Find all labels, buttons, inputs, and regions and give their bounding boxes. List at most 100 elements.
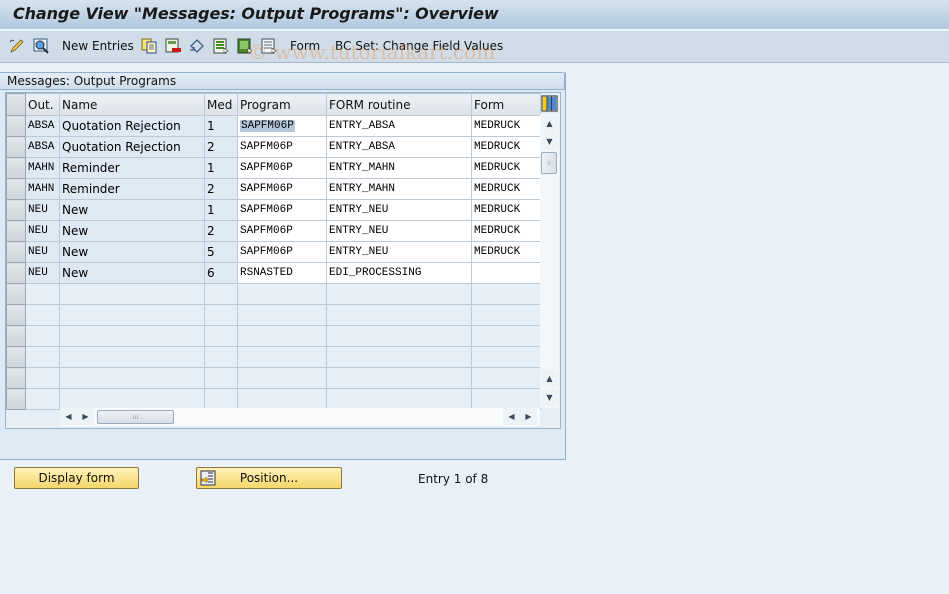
empty-cell (237, 388, 327, 410)
cell-form-routine[interactable]: ENTRY_NEU (326, 241, 472, 263)
delete-icon[interactable] (165, 38, 181, 54)
row-selector[interactable] (6, 157, 26, 179)
column-header-med[interactable]: Med (204, 93, 238, 116)
form-button[interactable]: Form (290, 39, 320, 53)
cell-program[interactable]: SAPFM06P (237, 115, 327, 137)
empty-cell (237, 325, 327, 347)
position-button[interactable]: Position... (196, 467, 342, 489)
empty-cell (25, 346, 60, 368)
row-selector[interactable] (6, 262, 26, 284)
scroll-page-up-button[interactable]: ▲ (541, 370, 558, 387)
cell-form[interactable]: MEDRUCK (471, 241, 541, 263)
cell-form[interactable]: MEDRUCK (471, 220, 541, 242)
row-selector[interactable] (6, 346, 26, 368)
scroll-far-left-button[interactable]: ◀ (503, 408, 520, 425)
row-selector[interactable] (6, 178, 26, 200)
cell-program[interactable]: SAPFM06P (237, 199, 327, 221)
new-entries-button[interactable]: New Entries (62, 39, 134, 53)
cell-form[interactable]: MEDRUCK (471, 199, 541, 221)
cell-name: Quotation Rejection (59, 136, 205, 158)
group-header: Messages: Output Programs (0, 72, 565, 90)
table-settings-icon[interactable] (541, 95, 558, 112)
table-row: MAHN Reminder 1 SAPFM06P ENTRY_MAHN MEDRUCK (6, 157, 541, 179)
cell-out: NEU (25, 199, 60, 221)
output-programs-table: Out. Name Med Program FORM routine Form … (6, 93, 541, 410)
column-header-form-routine[interactable]: FORM routine (326, 93, 472, 116)
cell-form-routine[interactable]: ENTRY_MAHN (326, 178, 472, 200)
row-selector[interactable] (6, 115, 26, 137)
row-selector[interactable] (6, 199, 26, 221)
row-selector[interactable] (6, 283, 26, 305)
cell-out: ABSA (25, 136, 60, 158)
cell-program[interactable]: SAPFM06P (237, 178, 327, 200)
row-selector[interactable] (6, 136, 26, 158)
table-row: NEU New 6 RSNASTED EDI_PROCESSING (6, 262, 541, 284)
row-selector[interactable] (6, 220, 26, 242)
cell-out: NEU (25, 241, 60, 263)
table-row: NEU New 5 SAPFM06P ENTRY_NEU MEDRUCK (6, 241, 541, 263)
scroll-page-down-button[interactable]: ▼ (541, 389, 558, 406)
cell-form[interactable]: MEDRUCK (471, 178, 541, 200)
select-block-icon[interactable] (237, 38, 253, 54)
vertical-scroll-thumb[interactable]: ⁞⁞ (541, 152, 557, 174)
cell-form-routine[interactable]: ENTRY_NEU (326, 220, 472, 242)
scroll-up-button[interactable]: ▲ (541, 115, 558, 132)
page-title: Change View "Messages: Output Programs":… (13, 4, 499, 23)
cell-program[interactable]: RSNASTED (237, 262, 327, 284)
empty-cell (204, 283, 238, 305)
empty-cell (204, 346, 238, 368)
row-selector[interactable] (6, 388, 26, 410)
cell-form-routine[interactable]: ENTRY_MAHN (326, 157, 472, 179)
cell-program[interactable]: SAPFM06P (237, 220, 327, 242)
cell-med: 2 (204, 220, 238, 242)
horizontal-scrollbar[interactable]: ◀ ▶ ⁞⁞⁞ ◀ ▶ (60, 408, 540, 426)
cell-form[interactable] (471, 262, 541, 284)
empty-cell (59, 367, 205, 389)
row-selector[interactable] (6, 325, 26, 347)
empty-cell (471, 388, 541, 410)
row-selector[interactable] (6, 304, 26, 326)
cell-form-routine[interactable]: ENTRY_ABSA (326, 136, 472, 158)
empty-cell (204, 367, 238, 389)
select-all-icon[interactable] (213, 38, 229, 54)
empty-cell (326, 325, 472, 347)
column-header-name[interactable]: Name (59, 93, 205, 116)
column-header-form[interactable]: Form (471, 93, 541, 116)
scroll-far-right-button[interactable]: ▶ (520, 408, 537, 425)
cell-med: 6 (204, 262, 238, 284)
cell-form[interactable]: MEDRUCK (471, 157, 541, 179)
cell-form[interactable]: MEDRUCK (471, 136, 541, 158)
bc-set-change-field-values-button[interactable]: BC Set: Change Field Values (335, 39, 503, 53)
select-all-rows-button[interactable] (6, 93, 26, 116)
cell-med: 5 (204, 241, 238, 263)
deselect-all-icon[interactable] (261, 38, 277, 54)
row-selector[interactable] (6, 367, 26, 389)
cell-program[interactable]: SAPFM06P (237, 157, 327, 179)
column-header-program[interactable]: Program (237, 93, 327, 116)
scroll-right-button[interactable]: ▶ (77, 408, 94, 425)
cell-out: ABSA (25, 115, 60, 137)
cell-program[interactable]: SAPFM06P (237, 136, 327, 158)
vertical-scrollbar[interactable]: ▲ ▼ ⁞⁞ ▲ ▼ (540, 114, 559, 408)
empty-cell (204, 388, 238, 410)
cell-form[interactable]: MEDRUCK (471, 115, 541, 137)
cell-program[interactable]: SAPFM06P (237, 241, 327, 263)
edit-pencil-icon[interactable] (9, 38, 25, 54)
empty-cell (237, 283, 327, 305)
undo-change-icon[interactable] (189, 38, 205, 54)
column-header-out[interactable]: Out. (25, 93, 60, 116)
display-form-button[interactable]: Display form (14, 467, 139, 489)
cell-med: 1 (204, 199, 238, 221)
scroll-left-button[interactable]: ◀ (60, 408, 77, 425)
cell-form-routine[interactable]: ENTRY_NEU (326, 199, 472, 221)
cell-form-routine[interactable]: ENTRY_ABSA (326, 115, 472, 137)
row-selector[interactable] (6, 241, 26, 263)
scroll-down-button[interactable]: ▼ (541, 133, 558, 150)
display-change-icon[interactable] (33, 38, 49, 54)
copy-icon[interactable] (141, 38, 157, 54)
empty-cell (25, 283, 60, 305)
table-row: ABSA Quotation Rejection 2 SAPFM06P ENTRY_AB… (6, 136, 541, 158)
horizontal-scroll-thumb[interactable]: ⁞⁞⁞ (97, 410, 174, 424)
cell-form-routine[interactable]: EDI_PROCESSING (326, 262, 472, 284)
cell-out: NEU (25, 220, 60, 242)
